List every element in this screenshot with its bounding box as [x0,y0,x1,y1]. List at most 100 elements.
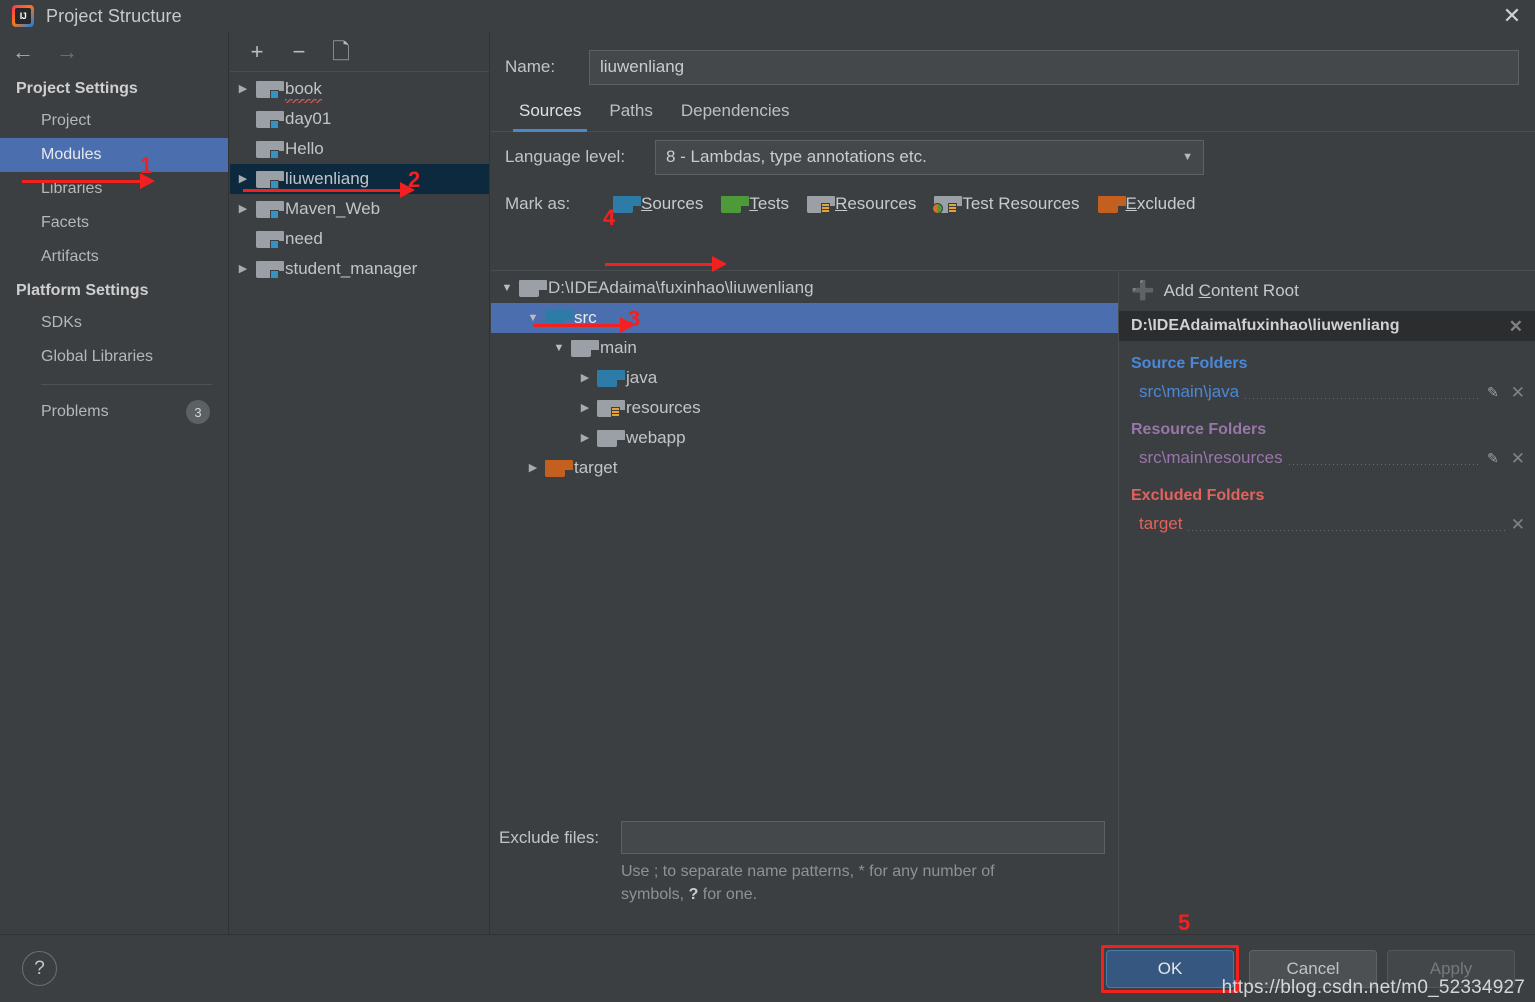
module-name-label: Name: [505,57,556,76]
module-row-hello[interactable]: ▶ Hello [230,134,489,164]
chevron-right-icon[interactable]: ▶ [230,203,256,215]
close-icon[interactable]: ✕ [1511,450,1525,467]
settings-sidebar: ← → Project Settings Project Modules Lib… [0,32,229,934]
tree-row-webapp[interactable]: ▶ webapp [491,423,1118,453]
title-bar: Project Structure ✕ [0,0,1535,32]
content-root-header[interactable]: D:\IDEAdaima\fuxinhao\liuwenliang ✕ [1119,311,1535,341]
ok-button[interactable]: OK [1106,949,1234,988]
tree-row-main[interactable]: ▼ main [491,333,1118,363]
exclude-files-input[interactable] [621,821,1105,855]
exclude-hint-question: ? [688,885,699,903]
tree-row-target[interactable]: ▶ target [491,453,1118,483]
source-folder-item[interactable]: src\main\java ✎ ✕ [1119,377,1535,407]
tree-row-src[interactable]: ▼ src [491,303,1118,333]
sidebar-item-global-libraries[interactable]: Global Libraries [0,340,228,374]
ok-button-highlight: OK [1101,944,1239,993]
module-folder-icon [256,110,284,129]
dotted-leader [1288,464,1482,465]
copy-icon[interactable]: 🗋 [330,40,352,63]
help-button[interactable]: ? [22,951,57,986]
arrow-left-icon[interactable]: ← [12,41,34,63]
chevron-right-icon[interactable]: ▶ [230,173,256,185]
folder-green-icon [721,195,750,213]
chevron-down-icon[interactable]: ▼ [521,312,545,324]
mark-as-resources-button[interactable]: Resources [807,194,916,214]
minus-icon[interactable]: − [288,40,310,63]
arrow-right-icon[interactable]: → [56,41,78,63]
modules-toolbar: + − 🗋 [230,32,489,72]
chevron-down-icon[interactable]: ▼ [547,342,571,354]
sidebar-item-facets[interactable]: Facets [0,206,228,240]
chevron-right-icon[interactable]: ▶ [521,462,545,474]
mark-as-excluded-button[interactable]: Excluded [1097,194,1196,214]
source-folders-title: Source Folders [1131,355,1248,372]
tree-row-content-root[interactable]: ▼ D:\IDEAdaima\fuxinhao\liuwenliang [491,273,1118,303]
module-label: need [285,229,323,248]
module-folder-icon [256,230,284,249]
chevron-right-icon[interactable]: ▶ [230,263,256,275]
close-icon[interactable]: ✕ [1489,0,1535,32]
folder-resources-icon [597,399,625,418]
plus-icon[interactable]: + [246,40,268,63]
add-content-root-button[interactable]: ➕ Add Content Root [1119,271,1535,311]
content-roots-panel: ➕ Add Content Root D:\IDEAdaima\fuxinhao… [1119,270,1535,934]
tab-dependencies[interactable]: Dependencies [667,101,804,131]
folder-blue-icon [613,195,641,213]
sidebar-item-artifacts[interactable]: Artifacts [0,240,228,274]
exclude-files-row: Exclude files: [491,816,1119,860]
chevron-right-icon[interactable]: ▶ [573,402,597,414]
mark-as-excluded-label: Excluded [1125,194,1196,213]
exclude-files-hint: Use ; to separate name patterns, * for a… [621,860,1091,906]
close-icon[interactable]: ✕ [1509,318,1523,335]
folder-gray-icon [519,279,547,297]
chevron-right-icon[interactable]: ▶ [573,372,597,384]
module-row-need[interactable]: ▶ need [230,224,489,254]
problems-count-badge: 3 [186,400,210,424]
exclude-files-label: Exclude files: [499,827,600,847]
excluded-folder-item[interactable]: target ✕ [1119,509,1535,539]
module-folder-icon [256,260,284,279]
chevron-down-icon[interactable]: ▼ [1182,151,1193,163]
module-row-liuwenliang[interactable]: ▶ liuwenliang [230,164,489,194]
sidebar-item-libraries[interactable]: Libraries [0,172,228,206]
language-level-select[interactable]: 8 - Lambdas, type annotations etc. ▼ [655,139,1204,175]
project-structure-dialog: Project Structure ✕ ← → Project Settings… [0,0,1535,1002]
module-row-maven-web[interactable]: ▶ Maven_Web [230,194,489,224]
sidebar-item-problems[interactable]: Problems 3 [0,395,228,429]
mark-as-row: Mark as: Sources Tests Resources Test Re… [491,182,1535,226]
module-row-book[interactable]: ▶ book [230,74,489,104]
sidebar-item-project[interactable]: Project [0,104,228,138]
folder-orange-icon [1097,195,1126,213]
close-icon[interactable]: ✕ [1511,384,1525,401]
sidebar-item-modules[interactable]: Modules [0,138,228,172]
module-name-row: Name: liuwenliang [491,44,1535,90]
tab-paths[interactable]: Paths [595,101,666,131]
modules-list-panel: + − 🗋 ▶ book ▶ day01 ▶ [230,32,490,934]
tree-row-java[interactable]: ▶ java [491,363,1118,393]
chevron-right-icon[interactable]: ▶ [573,432,597,444]
pencil-icon[interactable]: ✎ [1487,384,1499,401]
resource-folder-item[interactable]: src\main\resources ✎ ✕ [1119,443,1535,473]
module-label: liuwenliang [285,169,370,188]
close-icon[interactable]: ✕ [1511,516,1525,533]
module-name-input[interactable]: liuwenliang [589,49,1519,85]
mark-as-sources-button[interactable]: Sources [613,194,703,214]
chevron-down-icon[interactable]: ▼ [495,282,519,294]
tree-row-resources[interactable]: ▶ resources [491,393,1118,423]
sidebar-item-sdks[interactable]: SDKs [0,306,228,340]
pencil-icon[interactable]: ✎ [1487,450,1499,467]
tree-row-label: resources [626,398,701,417]
tree-row-label: D:\IDEAdaima\fuxinhao\liuwenliang [548,278,814,297]
tab-sources[interactable]: Sources [505,101,595,132]
module-row-day01[interactable]: ▶ day01 [230,104,489,134]
language-level-row: Language level: 8 - Lambdas, type annota… [491,132,1535,182]
folder-orange-icon [545,459,573,477]
chevron-placeholder-icon: ▶ [230,234,256,245]
sidebar-navigation: ← → [0,32,228,72]
mark-as-test-resources-label: Test Resources [962,194,1080,213]
chevron-right-icon[interactable]: ▶ [230,83,256,95]
module-row-student-manager[interactable]: ▶ student_manager [230,254,489,284]
mark-as-tests-button[interactable]: Tests [721,194,789,214]
mark-as-test-resources-button[interactable]: Test Resources [932,194,1080,214]
window-title: Project Structure [46,5,182,26]
